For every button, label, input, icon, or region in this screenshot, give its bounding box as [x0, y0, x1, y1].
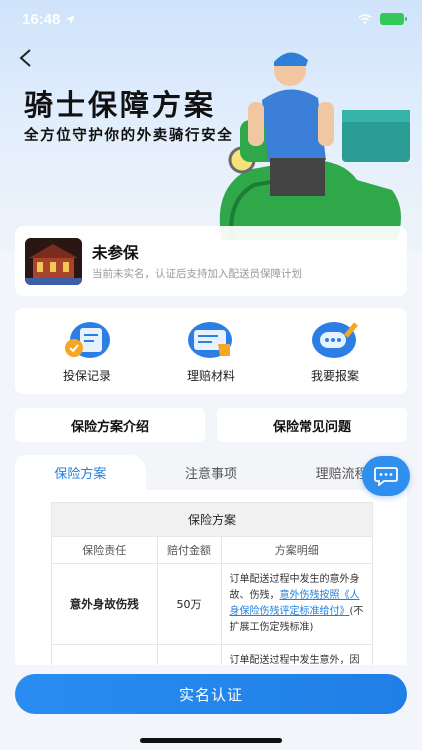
plan-content-card: 保险方案 注意事项 理赔流程 保险方案 保险责任 赔付金额 方案明细 意外身故伤…	[15, 455, 407, 670]
status-bar: 16:48	[0, 0, 422, 38]
table-header-row: 保险责任 赔付金额 方案明细	[52, 537, 372, 564]
insurance-status-desc: 当前未实名，认证后支持加入配送员保障计划	[92, 268, 302, 280]
customer-service-button[interactable]	[362, 456, 410, 496]
amount-cell: 50万	[157, 563, 222, 645]
status-time: 16:48	[22, 11, 76, 28]
tab-plan-intro[interactable]: 保险方案介绍	[15, 408, 205, 442]
policy-record-button[interactable]: 投保记录	[32, 318, 142, 384]
avatar	[25, 237, 82, 285]
claim-materials-button[interactable]: 理赔材料	[156, 318, 266, 384]
report-case-button[interactable]: 我要报案	[280, 318, 390, 384]
report-case-label: 我要报案	[310, 369, 359, 383]
table-row: 意外身故伤残 50万 订单配送过程中发生的意外身故、伤残，意外伤残按照《人身保险…	[52, 563, 372, 645]
claim-materials-icon	[188, 322, 232, 358]
user-card: 未参保 当前未实名，认证后支持加入配送员保障计划	[15, 226, 407, 296]
page-title: 骑士保障方案	[24, 88, 217, 122]
insurance-status: 未参保	[92, 244, 139, 262]
report-case-icon	[312, 322, 358, 358]
tab-faq[interactable]: 保险常见问题	[217, 408, 407, 442]
home-indicator	[140, 738, 282, 743]
page-subtitle: 全方位守护你的外卖骑行安全	[24, 128, 234, 144]
table-title: 保险方案	[52, 503, 372, 537]
policy-record-icon	[65, 322, 110, 358]
battery-icon	[380, 13, 407, 25]
tab-notes[interactable]: 注意事项	[146, 455, 277, 490]
quick-actions: 投保记录 理赔材料 我要报案	[15, 308, 407, 394]
back-button[interactable]	[14, 47, 36, 69]
policy-record-label: 投保记录	[62, 369, 111, 383]
wifi-icon	[358, 14, 372, 24]
insurance-table: 保险方案 保险责任 赔付金额 方案明细 意外身故伤残 50万 订单配送过程中发生…	[51, 502, 373, 670]
location-arrow-icon	[66, 14, 76, 24]
column-header: 赔付金额	[157, 537, 222, 564]
claim-materials-label: 理赔材料	[186, 369, 235, 383]
verify-identity-button[interactable]: 实名认证	[15, 674, 407, 714]
rider-illustration	[219, 52, 410, 241]
tab-insurance-plan[interactable]: 保险方案	[15, 455, 146, 490]
column-header: 保险责任	[52, 537, 158, 564]
chat-bubble-icon	[374, 467, 398, 486]
liability-cell: 意外身故伤残	[52, 563, 158, 645]
detail-cell: 订单配送过程中发生的意外身故、伤残，意外伤残按照《人身保险伤残评定标准给付》(不…	[221, 563, 372, 645]
column-header: 方案明细	[221, 537, 372, 564]
content-tabs: 保险方案 注意事项 理赔流程	[15, 455, 407, 490]
chevron-left-icon	[19, 49, 31, 67]
